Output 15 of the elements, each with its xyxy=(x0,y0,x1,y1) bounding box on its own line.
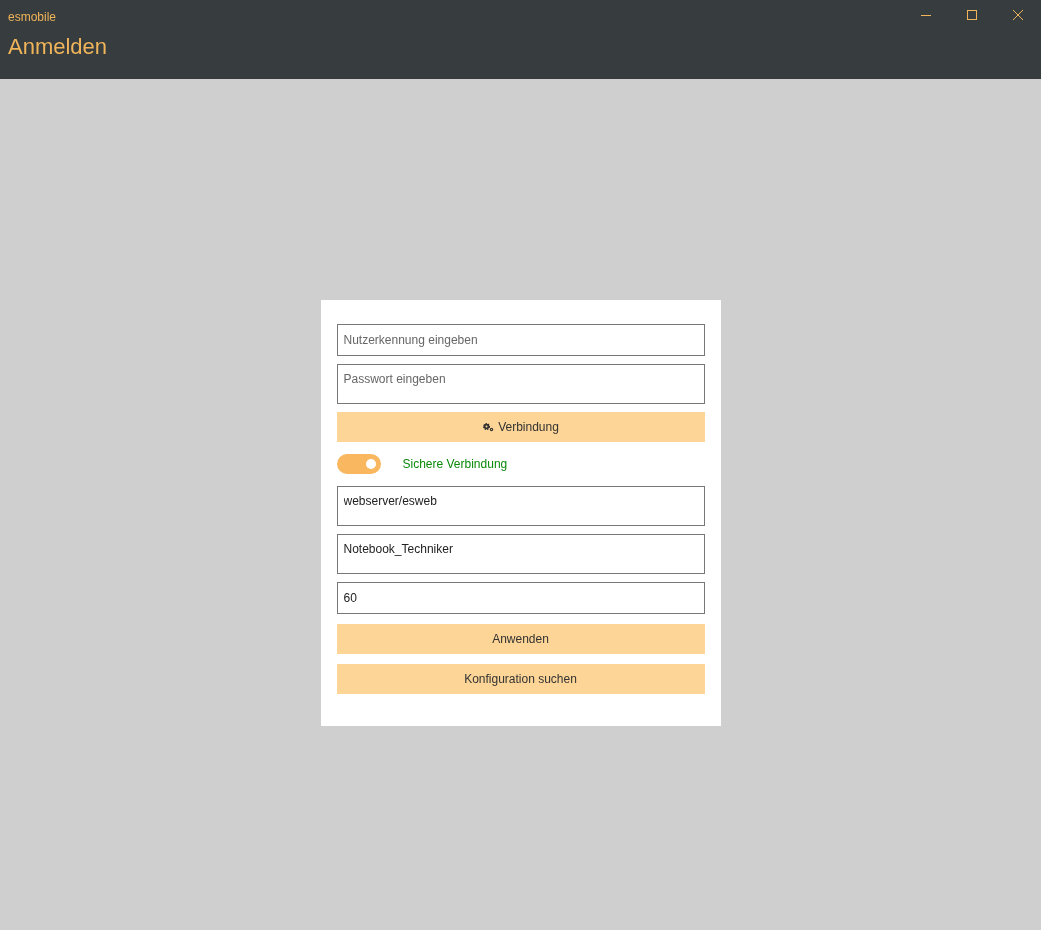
input-field[interactable]: Nutzerkennung eingeben xyxy=(336,324,705,356)
action-button[interactable]: Anwenden xyxy=(336,624,705,654)
action-button[interactable]: Konfiguration suchen xyxy=(336,664,705,694)
input-field[interactable]: webserver/esweb xyxy=(336,486,705,526)
page-title: Anmelden xyxy=(8,33,109,61)
gears-icon xyxy=(482,422,495,432)
connection-button[interactable]: Verbindung xyxy=(336,412,705,442)
input-field[interactable]: Passwort eingeben xyxy=(336,364,705,404)
toggle-switch[interactable] xyxy=(336,454,381,474)
input-field[interactable]: Notebook_Techniker xyxy=(336,534,705,574)
close-icon xyxy=(1012,9,1024,21)
maximize-icon xyxy=(966,9,978,21)
window-title: esmobile xyxy=(8,9,57,26)
input-field[interactable]: 60 xyxy=(336,582,705,614)
toggle-label: Sichere Verbindung xyxy=(402,456,508,473)
